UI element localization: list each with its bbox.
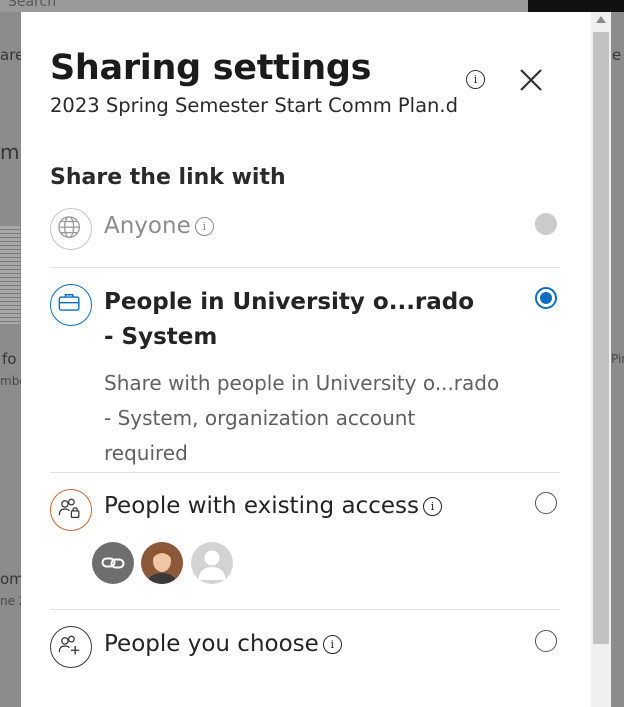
- close-icon[interactable]: [517, 66, 545, 94]
- background-fragment: fo: [2, 350, 17, 368]
- option-organization-description: Share with people in University o...rado…: [104, 371, 500, 465]
- people-add-icon: [50, 626, 92, 668]
- background-fragment: e: [612, 46, 622, 64]
- background-search-text: Search: [8, 0, 57, 10]
- user-photo-avatar: [141, 542, 183, 584]
- option-anyone-label: Anyone: [104, 213, 191, 239]
- people-lock-icon: [50, 489, 92, 531]
- scroll-thumb[interactable]: [593, 32, 609, 644]
- radio-existing-access[interactable]: [535, 492, 557, 514]
- info-icon[interactable]: i: [466, 70, 485, 89]
- divider: [50, 609, 560, 610]
- people-you-choose-info-icon[interactable]: i: [322, 635, 342, 654]
- option-anyone[interactable]: Anyone i: [104, 213, 214, 239]
- briefcase-icon: [50, 284, 92, 326]
- dialog-scrollbar[interactable]: [591, 12, 611, 707]
- radio-organization[interactable]: [535, 287, 557, 309]
- background-document-thumbnail: [0, 226, 20, 324]
- scroll-up-arrow-icon[interactable]: [596, 16, 606, 23]
- divider: [50, 472, 560, 473]
- default-user-avatar-icon: [191, 542, 233, 584]
- dialog-title: Sharing settings: [50, 48, 372, 88]
- link-avatar-icon: [92, 542, 134, 584]
- sharing-settings-dialog: Sharing settings 2023 Spring Semester St…: [21, 12, 591, 707]
- background-black-bar: [528, 0, 624, 12]
- file-name: 2023 Spring Semester Start Comm Plan.d: [50, 94, 458, 117]
- share-link-with-label: Share the link with: [50, 165, 286, 190]
- background-fragment: m: [0, 140, 20, 164]
- globe-icon: [50, 208, 92, 250]
- existing-access-info-icon[interactable]: i: [422, 497, 442, 516]
- radio-people-you-choose[interactable]: [535, 630, 557, 652]
- option-existing-access[interactable]: People with existing access i: [104, 493, 442, 519]
- option-people-you-choose[interactable]: People you choose i: [104, 631, 342, 657]
- divider: [50, 267, 560, 268]
- radio-anyone[interactable]: [535, 213, 557, 235]
- option-existing-access-label: People with existing access: [104, 493, 419, 519]
- option-organization[interactable]: People in University o...rado - System: [104, 285, 484, 355]
- option-people-you-choose-label: People you choose: [104, 631, 319, 657]
- anyone-info-icon[interactable]: i: [194, 217, 214, 236]
- background-fragment: Pin: [611, 352, 624, 366]
